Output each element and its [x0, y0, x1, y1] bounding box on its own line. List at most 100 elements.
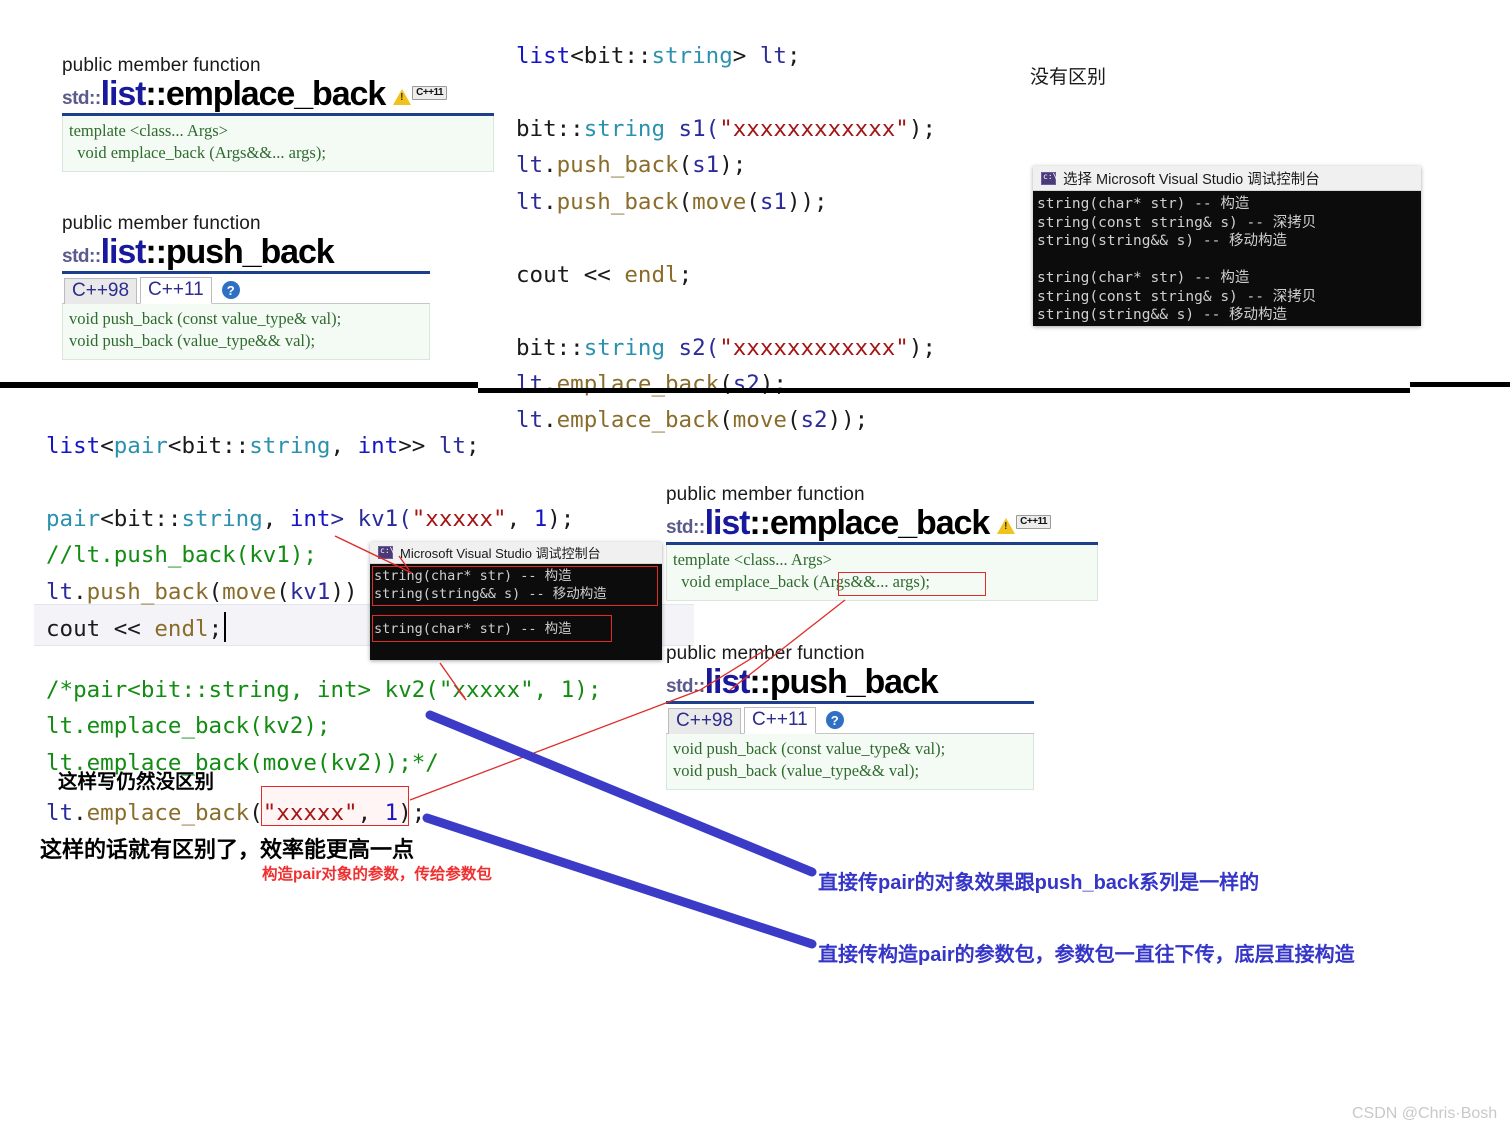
tok-int: int: [357, 433, 399, 459]
tok-kv1: > kv1(: [330, 505, 412, 532]
tok-paren: (: [678, 152, 693, 179]
tok-end: )): [330, 578, 358, 605]
card-std-prefix: std::: [666, 517, 705, 538]
card-signature-block: void push_back (const value_type& val); …: [666, 734, 1034, 790]
signature-line-2: void emplace_back (Args&&... args);: [69, 143, 326, 163]
tab-cpp98[interactable]: C++98: [668, 708, 742, 734]
tab-cpp11[interactable]: C++11: [140, 277, 212, 304]
tok-cout: cout: [516, 261, 571, 288]
tok-shift: <<: [100, 616, 155, 642]
reference-card-emplace-back-top: public member function std:: list::empla…: [62, 55, 494, 172]
console-line: string(string&& s) -- 移动构造: [1037, 307, 1288, 324]
highlight-box-args-pack: [838, 572, 986, 596]
card-badges: C++11: [393, 86, 448, 111]
tok-semi: ;: [678, 261, 693, 288]
console-line: string(char* str) -- 构造: [1037, 196, 1250, 212]
note-no-difference: 没有区别: [1030, 67, 1107, 88]
tok-obj: lt: [516, 152, 544, 179]
tok-dot: .: [543, 188, 557, 215]
tab-cpp11[interactable]: C++11: [744, 707, 816, 734]
tok-move: move: [732, 407, 787, 434]
signature-line-2: void push_back (value_type&& val);: [673, 761, 920, 781]
tok-lt: <: [100, 505, 114, 532]
help-icon[interactable]: ?: [221, 281, 240, 299]
card-std-prefix: std::: [62, 246, 101, 267]
tok-obj: lt: [516, 188, 544, 215]
tok-paren: (: [678, 188, 693, 215]
console-titlebar: 选择 Microsoft Visual Studio 调试控制台: [1033, 166, 1421, 191]
note-red-pair-params: 构造pair对象的参数，传给参数包: [262, 866, 492, 883]
console-line: string(const string& s) -- 深拷贝: [1037, 214, 1317, 231]
tok-close: );: [908, 334, 936, 361]
card-class-name: list: [704, 663, 751, 701]
card-signature-block: template <class... Args> void emplace_ba…: [62, 116, 494, 172]
warning-icon: [997, 518, 1016, 534]
tok-string: string: [651, 43, 733, 69]
tok-string2: string: [583, 115, 666, 142]
tok-paren: (: [719, 407, 733, 434]
tok-paren2: (: [746, 188, 760, 215]
tok-close: );: [908, 115, 936, 142]
tok-str-literal: "xxxxxxxxxxxx": [719, 115, 909, 142]
tok-pair: pair: [113, 433, 168, 459]
code-block-top: list<bit::string> lt; bit::string s1("xx…: [516, 38, 936, 439]
reference-card-push-back-top: public member function std:: list::push_…: [62, 213, 430, 360]
tok-ns: bit::: [113, 505, 182, 532]
help-icon[interactable]: ?: [825, 711, 844, 729]
card-scope-sep: ::: [145, 75, 167, 113]
highlight-box-console-group1: [372, 566, 658, 606]
tok-obj: lt: [46, 800, 74, 826]
card-member-name: push_back: [769, 663, 939, 701]
tok-list: list: [516, 43, 571, 69]
tok-ns2: bit::: [516, 115, 584, 142]
tok-endl: endl: [154, 616, 209, 642]
tok-dot: .: [543, 370, 557, 397]
tok-move: move: [692, 188, 747, 215]
cpp11-badge: C++11: [1016, 515, 1052, 529]
tok-s2: s2(: [665, 334, 720, 361]
signature-line-1: template <class... Args>: [673, 550, 832, 569]
card-member-name: emplace_back: [165, 75, 386, 113]
tok-cout: cout: [46, 616, 101, 642]
tok-list: list: [46, 433, 101, 459]
tok-paren: (: [208, 578, 223, 605]
code-block-bottom-cout: cout << endl;: [46, 611, 222, 647]
tok-emplace-back: emplace_back: [556, 370, 720, 397]
signature-line-1: void push_back (const value_type& val);: [673, 739, 946, 758]
tok-arg: s1: [759, 188, 787, 215]
section-divider-far-right: [1410, 382, 1510, 387]
tok-dot: .: [73, 578, 87, 605]
tok-push-back: push_back: [556, 152, 679, 179]
tok-lt-var: lt: [438, 433, 466, 459]
note-has-difference-efficiency: 这样的话就有区别了，效率能更高一点: [40, 837, 415, 862]
warning-icon: [393, 89, 412, 105]
card-scope-sep: ::: [145, 233, 167, 271]
tok-close: );: [547, 505, 575, 532]
card-title: std:: list::emplace_back C++11: [62, 77, 494, 111]
tok-shift: <<: [570, 261, 625, 288]
card-class-name: list: [100, 233, 147, 271]
tok-obj: lt: [516, 370, 544, 397]
tok-comment-emplace-kv2: lt.emplace_back(kv2);: [46, 713, 331, 740]
watermark: CSDN @Chris·Bosh: [1352, 1105, 1498, 1122]
card-std-prefix: std::: [62, 88, 101, 109]
tok-paren2: (: [276, 578, 290, 605]
card-title: std:: list::push_back: [666, 665, 1034, 699]
tok-ns2: bit::: [516, 334, 584, 361]
tab-cpp98[interactable]: C++98: [64, 278, 138, 304]
tok-arg: s2: [800, 407, 828, 434]
note-still-no-difference: 这样写仍然没区别: [58, 771, 215, 793]
tok-dot: .: [73, 800, 87, 826]
card-class-name: list: [704, 504, 751, 542]
tok-paren: (: [719, 370, 733, 397]
signature-line-2: void push_back (value_type&& val);: [69, 331, 316, 351]
cpp11-badge: C++11: [412, 86, 448, 100]
tok-lt: <: [570, 43, 584, 69]
card-version-tabs: C++98 C++11 ?: [666, 704, 1034, 734]
card-title: std:: list::push_back: [62, 235, 430, 269]
tok-semi: ;: [465, 433, 480, 459]
card-signature-block: void push_back (const value_type& val); …: [62, 304, 430, 360]
highlight-box-emplace-args: [261, 786, 409, 826]
tok-obj: lt: [46, 578, 74, 605]
tok-move: move: [222, 578, 277, 605]
